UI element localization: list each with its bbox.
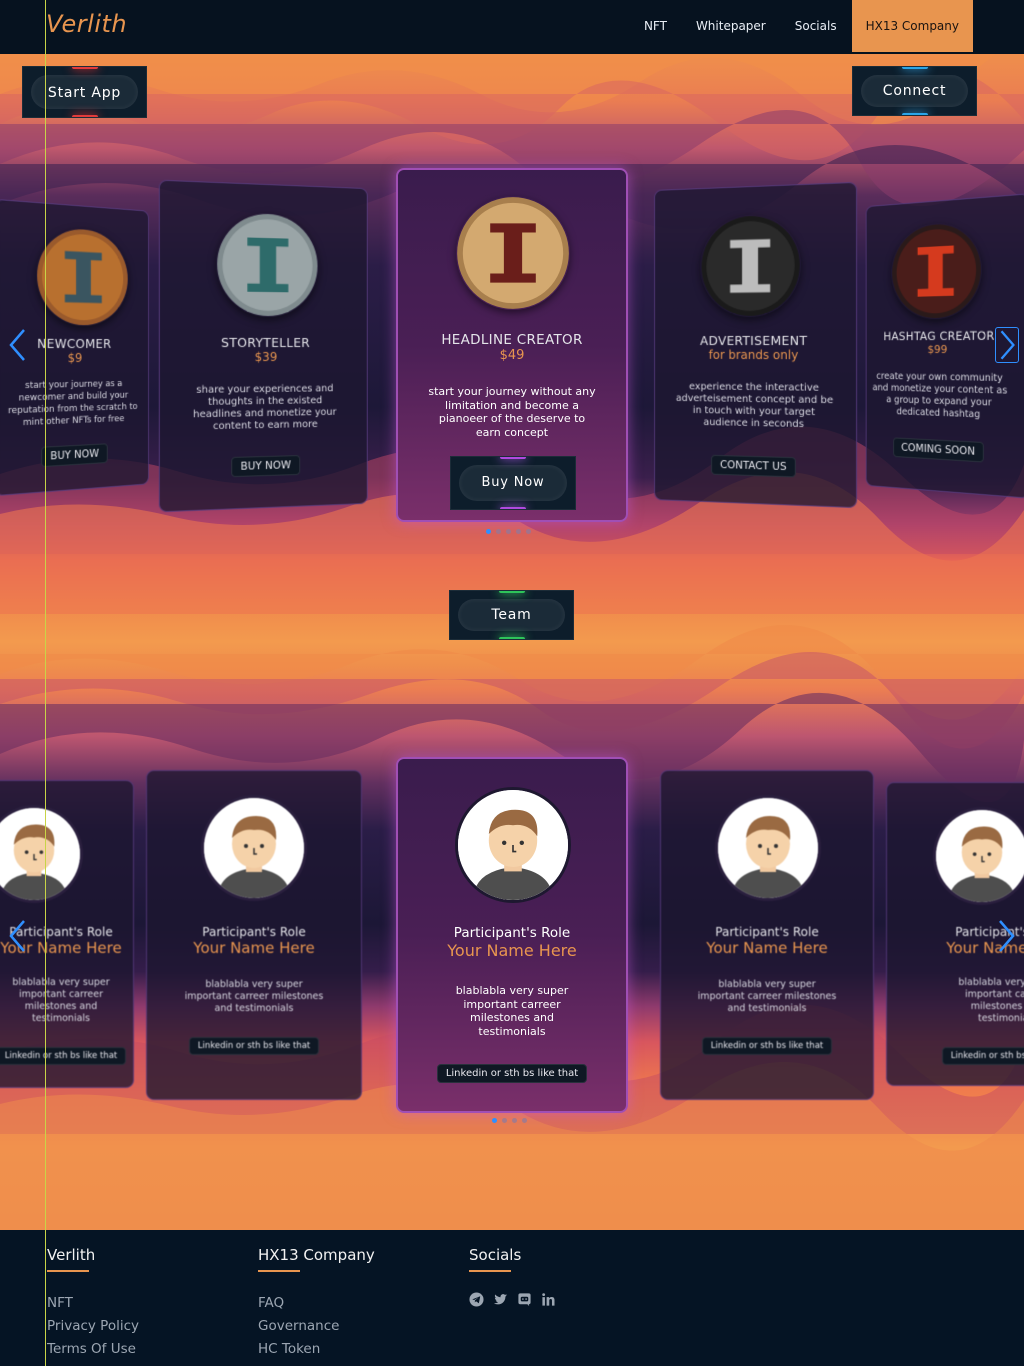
brand-logo[interactable]: Verlith [46, 10, 127, 38]
footer-underline [258, 1270, 300, 1272]
team-card-desc: blablabla very super important carreer m… [12, 977, 110, 1024]
nft-card-price: $99 [927, 342, 948, 357]
team-button[interactable]: Team [449, 590, 574, 640]
nft-card-desc: start your journey without any limitatio… [428, 385, 596, 439]
footer-link-privacy[interactable]: Privacy Policy [47, 1315, 139, 1338]
nft-card-desc: start your journey as a newcomer and bui… [7, 379, 138, 429]
footer-link-nft[interactable]: NFT [47, 1292, 139, 1315]
footer-link-hc-token[interactable]: HC Token [258, 1338, 375, 1361]
red-coin-icon [891, 220, 982, 319]
coming-soon-button[interactable]: COMING SOON [893, 437, 984, 463]
start-app-button[interactable]: Start App [22, 66, 147, 118]
nft-card-desc: create your own community and monetize y… [872, 371, 1008, 421]
avatar-icon [715, 795, 821, 901]
team-carousel-dots[interactable] [492, 1118, 527, 1123]
discord-icon[interactable] [517, 1292, 532, 1307]
team-card-name: Your Name Here [706, 939, 828, 957]
footer-col-socials: Socials [469, 1246, 556, 1307]
connect-label: Connect [882, 83, 947, 99]
nav-socials[interactable]: Socials [795, 19, 837, 33]
connect-button[interactable]: Connect [852, 66, 977, 116]
nft-card-desc: share your experiences and thoughts in t… [193, 383, 337, 433]
telegram-icon[interactable] [469, 1292, 484, 1307]
team-card-role: Participant's Role [715, 925, 819, 939]
team-prev-arrow-icon[interactable] [6, 918, 28, 954]
nft-carousel-dots[interactable] [486, 529, 531, 534]
footer-link-governance[interactable]: Governance [258, 1315, 375, 1338]
avatar-icon [201, 795, 307, 901]
footer-col-hx13: HX13 Company FAQ Governance HC Token [258, 1246, 375, 1361]
avatar-icon [933, 807, 1024, 905]
nft-card-storyteller[interactable]: STORYTELLER $39 share your experiences a… [158, 179, 368, 513]
team-card-name: Your Name Here [193, 939, 315, 957]
nft-card-advertisement[interactable]: ADVERTISEMENT for brands only experience… [654, 181, 858, 509]
buy-now-button[interactable]: BUY NOW [41, 443, 108, 468]
nft-card-title: HEADLINE CREATOR [441, 332, 583, 348]
team-card-name: Your Name Here [447, 941, 577, 960]
team-card[interactable]: Participant's Role Your Name Here blabla… [660, 770, 874, 1100]
linkedin-button[interactable]: Linkedin or sth bs like that [436, 1064, 588, 1083]
footer-underline [47, 1270, 89, 1272]
carousel-prev-arrow-icon[interactable] [6, 327, 28, 363]
nft-card-headline-creator[interactable]: HEADLINE CREATOR $49 start your journey … [396, 168, 628, 522]
team-card-role: Participant's Role [453, 925, 571, 941]
footer-heading: HX13 Company [258, 1246, 375, 1264]
linkedin-icon[interactable] [541, 1292, 556, 1307]
buy-now-button[interactable]: BUY NOW [231, 455, 300, 478]
team-card-desc: blablabla very super important carreer m… [184, 979, 324, 1014]
nft-card-price: $49 [499, 348, 525, 363]
linkedin-button[interactable]: Linkedin or sth bs like that [188, 1037, 320, 1055]
site-footer: Verlith NFT Privacy Policy Terms Of Use … [0, 1230, 1024, 1366]
linkedin-button[interactable]: Linkedin or sth bs like that [701, 1037, 833, 1055]
nav-whitepaper[interactable]: Whitepaper [696, 19, 766, 33]
nav-hx13-company[interactable]: HX13 Company [851, 0, 973, 52]
footer-underline [469, 1270, 511, 1272]
team-card-role: Participant's Role [202, 925, 306, 939]
footer-link-terms[interactable]: Terms Of Use [47, 1338, 139, 1361]
carousel-next-arrow-icon[interactable] [995, 327, 1019, 363]
linkedin-button[interactable]: Linkedin or sth bs like that [0, 1047, 127, 1065]
team-card-desc: blablabla very super important carreer m… [455, 984, 569, 1038]
nft-card-price: for brands only [708, 347, 799, 363]
contact-us-button[interactable]: CONTACT US [711, 454, 796, 478]
silver-coin-icon [216, 211, 318, 317]
footer-link-faq[interactable]: FAQ [258, 1292, 375, 1315]
nft-card-title: STORYTELLER [221, 334, 310, 351]
copper-coin-icon [36, 225, 128, 326]
team-card-featured[interactable]: Participant's Role Your Name Here blabla… [396, 757, 628, 1113]
team-next-arrow-icon[interactable] [996, 918, 1018, 954]
nav-nft[interactable]: NFT [644, 19, 667, 33]
main-nav: NFT Whitepaper Socials HX13 Company [615, 0, 973, 52]
twitter-icon[interactable] [493, 1292, 508, 1307]
footer-col-verlith: Verlith NFT Privacy Policy Terms Of Use [47, 1246, 139, 1361]
nft-card-price: $39 [254, 349, 278, 365]
nft-card-title: ADVERTISEMENT [700, 332, 808, 349]
guide-line [45, 0, 46, 1366]
footer-heading: Verlith [47, 1246, 96, 1264]
linkedin-button[interactable]: Linkedin or sth bs like that [941, 1047, 1024, 1065]
nft-card-title: HASHTAG CREATOR [883, 328, 995, 344]
nft-card-desc: experience the interactive adverteisemen… [675, 381, 834, 431]
buy-now-label: Buy Now [481, 475, 545, 490]
avatar-icon [455, 787, 571, 903]
team-label: Team [491, 607, 532, 623]
team-card-desc: blablabla very super important carreer m… [958, 977, 1024, 1024]
top-navbar: Verlith NFT Whitepaper Socials HX13 Comp… [0, 0, 1024, 54]
avatar-icon [0, 805, 83, 903]
gold-coin-icon [456, 196, 570, 310]
black-coin-icon [701, 213, 801, 317]
team-card-desc: blablabla very super important carreer m… [697, 979, 837, 1014]
start-app-label: Start App [47, 85, 122, 101]
footer-heading: Socials [469, 1246, 522, 1264]
team-card[interactable]: Participant's Role Your Name Here blabla… [146, 770, 362, 1100]
buy-now-button[interactable]: Buy Now [450, 456, 576, 510]
